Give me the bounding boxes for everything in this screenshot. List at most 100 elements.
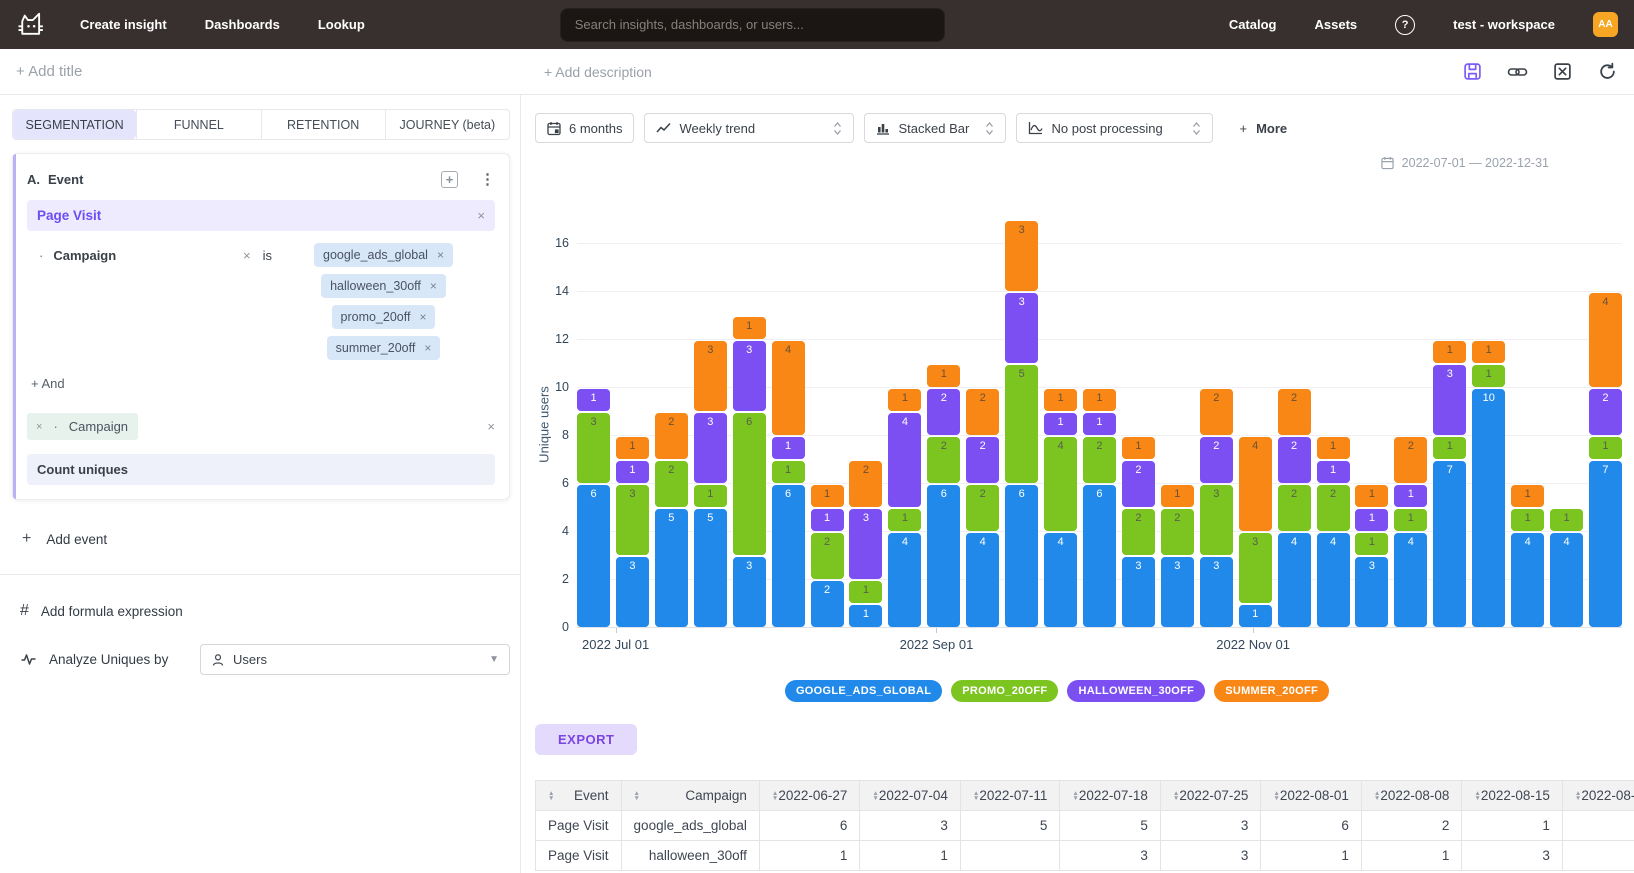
bar-segment[interactable]: 3 [694,341,727,411]
bar-segment[interactable]: 1 [1511,509,1544,531]
filter-value-tag[interactable]: google_ads_global× [314,243,453,267]
filter-value-tag[interactable]: promo_20off× [332,305,436,329]
bar-segment[interactable]: 1 [1122,437,1155,459]
bar-segment[interactable]: 1 [849,581,882,603]
bar-segment[interactable]: 2 [1083,437,1116,483]
add-and-condition[interactable]: + And [31,376,495,391]
bar-segment[interactable]: 4 [1278,533,1311,627]
bar-segment[interactable]: 2 [1589,389,1622,435]
bar-2022-09-19[interactable]: 4411 [1044,389,1077,627]
bar-segment[interactable]: 4 [772,341,805,435]
bar-segment[interactable]: 2 [1161,509,1194,555]
bar-2022-11-28[interactable]: 7131 [1433,341,1466,627]
nav-item-assets[interactable]: Assets [1314,17,1357,32]
bar-segment[interactable]: 1 [1433,341,1466,363]
export-button[interactable]: EXPORT [535,724,637,755]
bar-segment[interactable]: 5 [1005,365,1038,483]
bar-segment[interactable]: 1 [616,461,649,483]
remove-value-icon[interactable]: × [419,310,426,324]
bar-segment[interactable]: 4 [1394,533,1427,627]
bar-segment[interactable]: 1 [1083,389,1116,411]
bar-2022-12-19[interactable]: 41 [1550,509,1583,627]
bar-segment[interactable]: 2 [1200,389,1233,435]
column-header[interactable]: ▲▼2022-08-22 [1562,781,1634,811]
add-event-button[interactable]: + Add event [22,530,510,548]
bar-segment[interactable]: 1 [811,485,844,507]
add-filter-icon[interactable]: + [441,171,458,188]
bar-segment[interactable]: 3 [1433,365,1466,435]
bar-segment[interactable]: 2 [927,437,960,483]
add-formula-button[interactable]: # Add formula expression [20,602,510,620]
bar-2022-09-12[interactable]: 6533 [1005,221,1038,627]
bar-2022-11-07[interactable]: 4211 [1317,437,1350,627]
remove-breakdown-icon[interactable]: × [36,421,42,433]
column-header[interactable]: ▲▼2022-06-27 [759,781,860,811]
bar-segment[interactable]: 1 [1355,509,1388,531]
bar-segment[interactable]: 6 [577,485,610,627]
bar-segment[interactable]: 10 [1472,389,1505,627]
bar-segment[interactable]: 1 [1355,533,1388,555]
bar-segment[interactable]: 1 [1394,485,1427,507]
bar-segment[interactable]: 3 [1161,557,1194,627]
bar-2022-12-12[interactable]: 411 [1511,485,1544,627]
bar-segment[interactable]: 3 [1005,293,1038,363]
bar-2022-12-05[interactable]: 1011 [1472,341,1505,627]
app-logo[interactable] [16,9,46,41]
bar-segment[interactable]: 2 [1122,509,1155,555]
more-button[interactable]: + More [1239,121,1287,136]
chart-type-select[interactable]: Stacked Bar [864,113,1006,143]
bar-segment[interactable]: 4 [1239,437,1272,531]
bar-2022-08-08[interactable]: 2211 [811,485,844,627]
bar-2022-08-15[interactable]: 1132 [849,461,882,627]
filter-property[interactable]: Campaign [53,248,116,263]
kebab-menu-icon[interactable]: ⋮ [480,170,495,188]
column-header[interactable]: ▲▼2022-07-11 [960,781,1060,811]
bar-2022-06-27[interactable]: 631 [577,389,610,627]
bar-2022-10-17[interactable]: 3322 [1200,389,1233,627]
bar-segment[interactable]: 4 [966,533,999,627]
bar-segment[interactable]: 1 [1433,437,1466,459]
filter-value-tag[interactable]: halloween_30off× [321,274,446,298]
bar-segment[interactable]: 2 [966,437,999,483]
bar-segment[interactable]: 2 [1278,389,1311,435]
bar-segment[interactable]: 4 [1589,293,1622,387]
column-header[interactable]: ▲▼2022-08-08 [1361,781,1462,811]
nav-item-lookup[interactable]: Lookup [318,17,365,32]
bar-segment[interactable]: 3 [694,413,727,483]
bar-segment[interactable]: 3 [733,557,766,627]
bar-segment[interactable]: 3 [616,485,649,555]
nav-item-create-insight[interactable]: Create insight [80,17,167,32]
trend-select[interactable]: Weekly trend [644,113,854,143]
column-header[interactable]: ▲▼2022-08-01 [1261,781,1362,811]
bar-segment[interactable]: 2 [655,413,688,459]
bar-segment[interactable]: 1 [849,605,882,627]
bar-segment[interactable]: 1 [1511,485,1544,507]
bar-segment[interactable]: 4 [1044,533,1077,627]
column-header[interactable]: ▲▼2022-07-25 [1160,781,1261,811]
bar-segment[interactable]: 1 [772,461,805,483]
bar-2022-08-22[interactable]: 4141 [888,389,921,627]
nav-item-dashboards[interactable]: Dashboards [205,17,280,32]
bar-segment[interactable]: 3 [1200,485,1233,555]
remove-value-icon[interactable]: × [437,248,444,262]
bar-segment[interactable]: 2 [966,389,999,435]
tab-segmentation[interactable]: SEGMENTATION [13,110,136,139]
bar-segment[interactable]: 1 [1550,509,1583,531]
column-header[interactable]: ▲▼2022-07-04 [860,781,961,811]
time-window-button[interactable]: 6 months [535,113,634,143]
bar-segment[interactable]: 1 [888,509,921,531]
bar-segment[interactable]: 1 [772,437,805,459]
bar-segment[interactable]: 3 [616,557,649,627]
bar-segment[interactable]: 2 [1200,437,1233,483]
bar-segment[interactable]: 7 [1433,461,1466,627]
bar-segment[interactable]: 1 [1161,485,1194,507]
bar-segment[interactable]: 6 [772,485,805,627]
bar-segment[interactable]: 1 [1044,413,1077,435]
bar-segment[interactable]: 1 [927,365,960,387]
bar-segment[interactable]: 2 [1317,485,1350,531]
bar-segment[interactable]: 2 [1278,485,1311,531]
bar-segment[interactable]: 1 [733,317,766,339]
bar-segment[interactable]: 3 [1122,557,1155,627]
bar-segment[interactable]: 2 [655,461,688,507]
bar-segment[interactable]: 1 [1044,389,1077,411]
